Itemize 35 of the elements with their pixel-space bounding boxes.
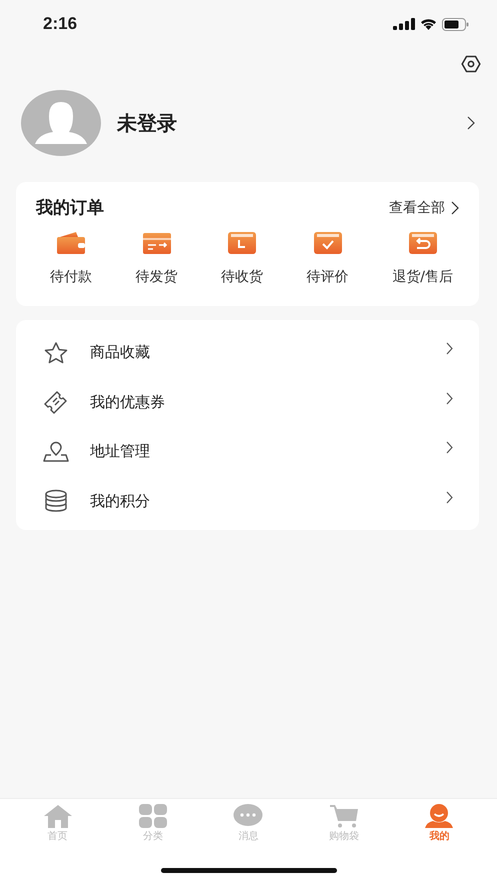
settings-icon[interactable]	[461, 55, 481, 73]
chat-icon	[232, 804, 264, 828]
status-time: 2:16	[43, 14, 78, 34]
star-icon[interactable]	[42, 340, 70, 365]
menu-item[interactable]: 地址管理	[90, 442, 446, 462]
box-clock-icon[interactable]	[227, 231, 258, 255]
battery-icon	[442, 18, 469, 30]
menu-item[interactable]: 我的积分	[90, 492, 446, 511]
cart-icon	[328, 804, 360, 828]
chevron-icon[interactable]	[446, 392, 453, 405]
order-status-label[interactable]: 待发货	[136, 268, 178, 286]
user-icon	[423, 804, 456, 828]
chevron-icon[interactable]	[467, 116, 475, 130]
order-status-label[interactable]: 待收货	[221, 268, 264, 286]
chevron-icon[interactable]	[446, 342, 453, 356]
chevron-icon[interactable]	[446, 490, 453, 504]
card-icon[interactable]	[142, 231, 172, 255]
home-icon	[42, 804, 74, 828]
wallet-icon[interactable]	[56, 231, 86, 255]
wifi-icon	[420, 18, 437, 30]
order-status-label[interactable]: 待付款	[50, 268, 92, 286]
grid-icon	[137, 804, 170, 828]
menu-item[interactable]: 商品收藏	[90, 343, 446, 362]
login-status[interactable]: 未登录	[117, 110, 467, 136]
signal-icon	[393, 18, 415, 30]
chevron-icon[interactable]	[446, 441, 453, 454]
order-status-label[interactable]: 待评价	[306, 268, 349, 286]
chevron-icon	[451, 200, 459, 214]
box-return-icon[interactable]	[408, 231, 438, 255]
order-status-label[interactable]: 退货/售后	[392, 268, 453, 286]
location-pin-icon[interactable]	[42, 440, 70, 464]
orders-title: 我的订单	[36, 197, 104, 219]
view-all-link[interactable]: 查看全部	[389, 198, 459, 216]
box-check-icon[interactable]	[312, 231, 343, 255]
menu-item[interactable]: 我的优惠券	[90, 392, 446, 412]
